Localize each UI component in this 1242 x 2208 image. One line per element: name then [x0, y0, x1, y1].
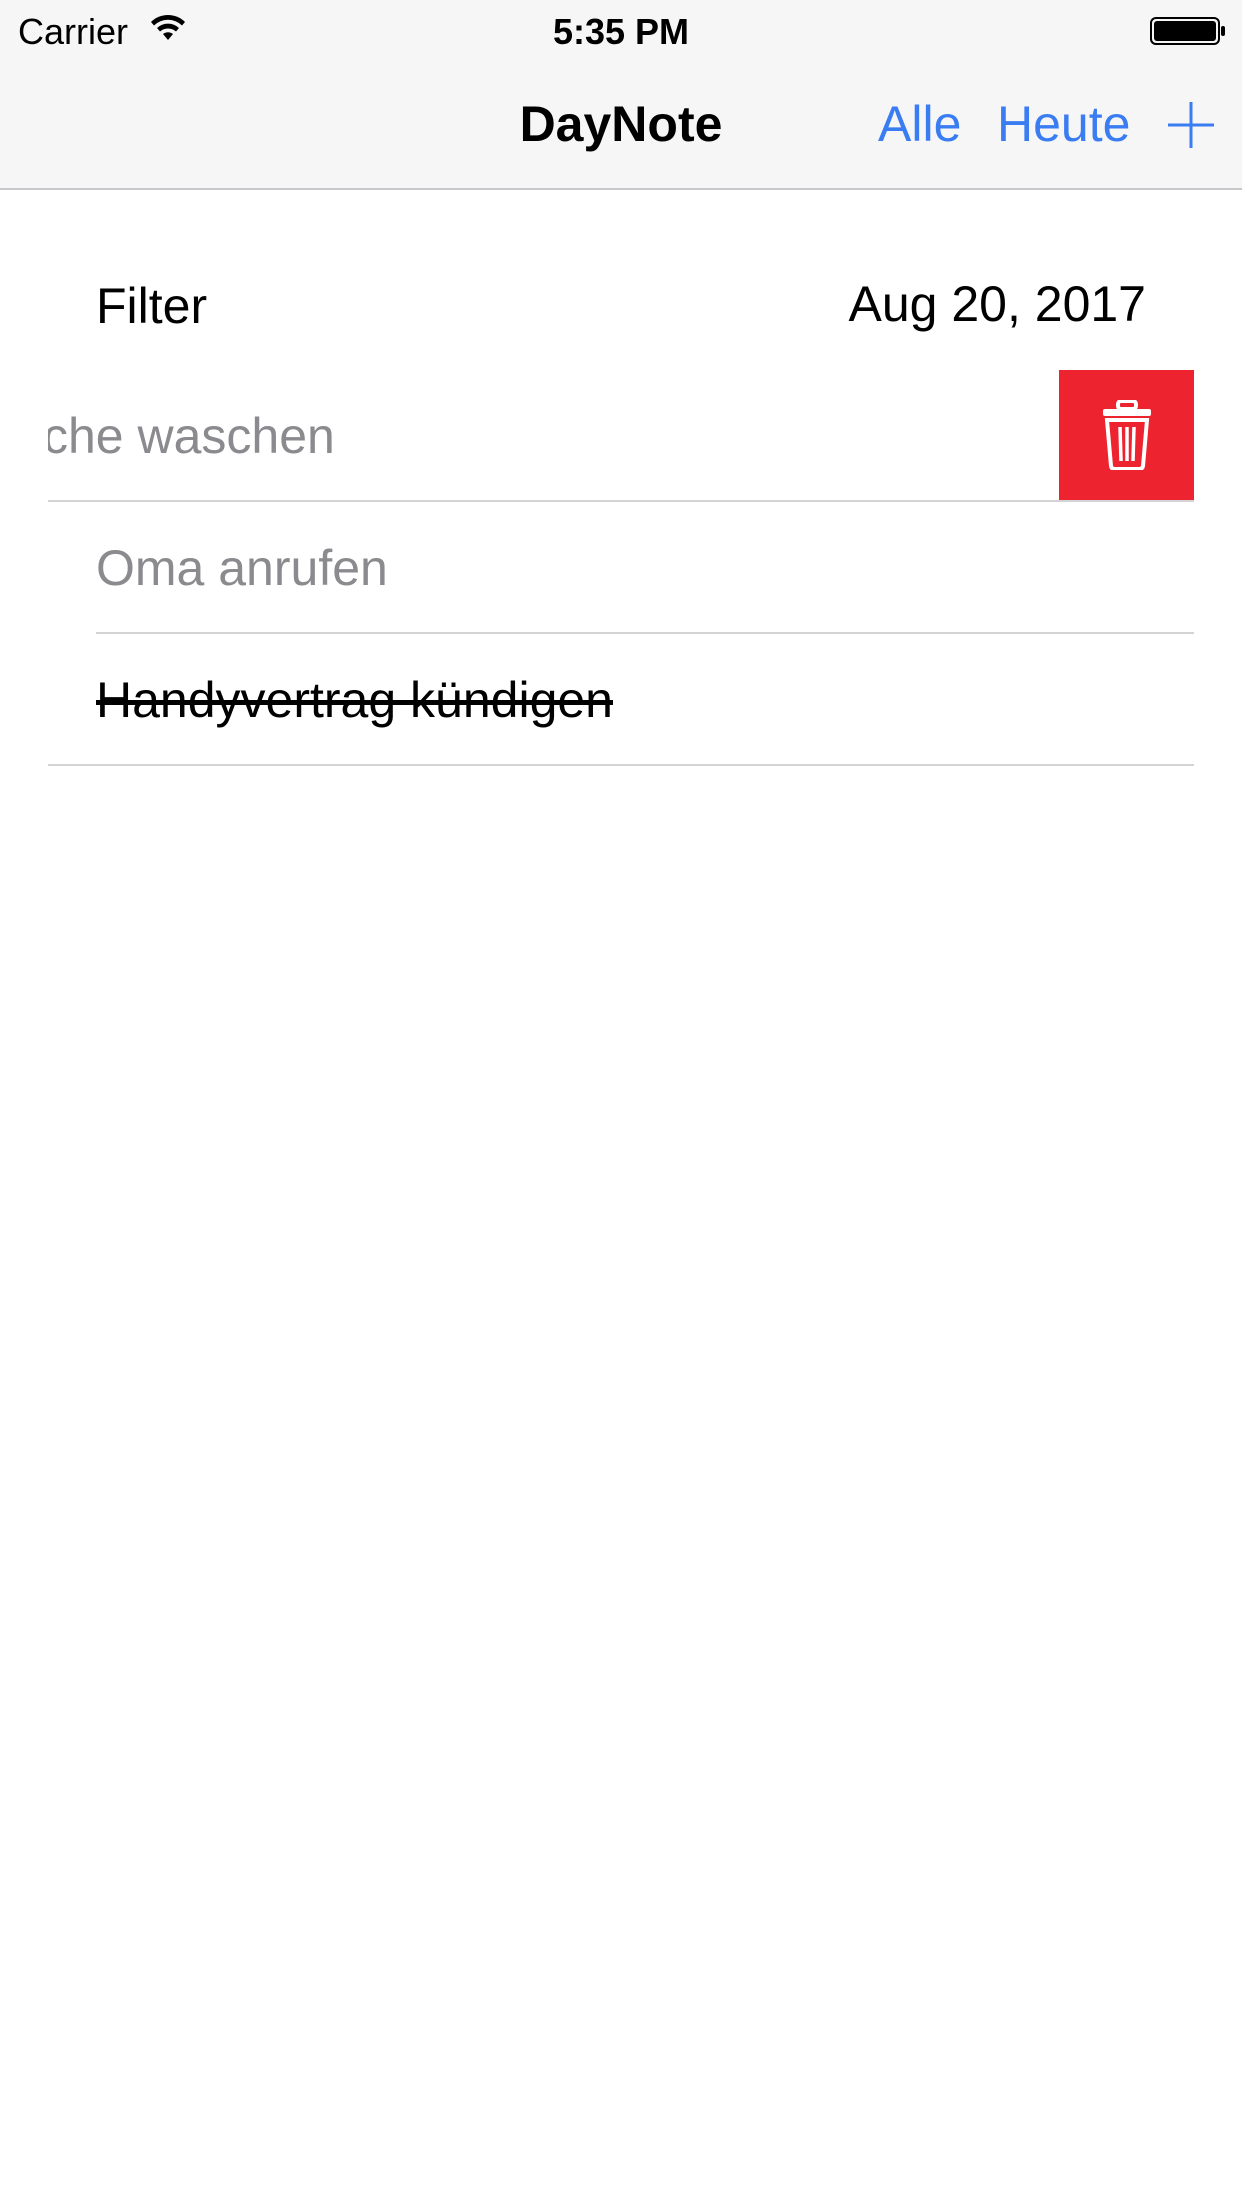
list-item: Oma anrufen: [0, 502, 1242, 634]
list-item: sche waschen: [0, 370, 1242, 502]
note-cell[interactable]: Oma anrufen: [0, 502, 1242, 634]
status-bar: Carrier 5:35 PM: [0, 0, 1242, 62]
alle-button[interactable]: Alle: [878, 94, 961, 154]
list-item: Handyvertrag kündigen: [0, 634, 1242, 766]
heute-button[interactable]: Heute: [997, 94, 1130, 154]
trash-icon: [1103, 400, 1151, 470]
filter-row: Filter Aug 20, 2017: [0, 190, 1242, 370]
navigation-bar: DayNote Alle Heute: [0, 62, 1242, 190]
filter-label: Filter: [96, 278, 208, 334]
delete-button[interactable]: [1059, 370, 1194, 500]
note-text: Handyvertrag kündigen: [96, 672, 613, 728]
nav-title: DayNote: [519, 96, 723, 152]
filter-date-picker[interactable]: Aug 20, 2017: [849, 274, 1147, 334]
plus-icon[interactable]: [1166, 100, 1216, 150]
note-cell-swiped[interactable]: sche waschen: [48, 370, 1058, 502]
status-time: 5:35 PM: [552, 11, 690, 52]
note-text: sche waschen: [48, 408, 335, 464]
battery-icon: [1150, 17, 1225, 45]
note-cell-done[interactable]: Handyvertrag kündigen: [0, 634, 1242, 766]
note-text: Oma anrufen: [96, 540, 388, 596]
row-separator: [48, 764, 1194, 766]
